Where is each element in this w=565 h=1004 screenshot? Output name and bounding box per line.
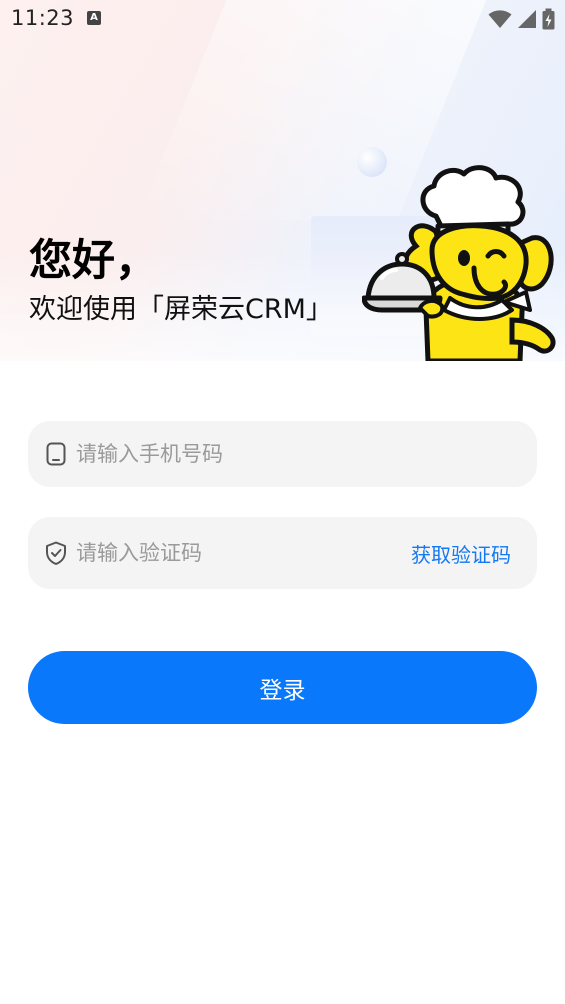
phone-field[interactable] [28,421,537,487]
status-icons [488,8,555,30]
welcome-subtitle: 欢迎使用「屏荣云CRM」 [29,294,333,325]
shield-check-icon [46,541,66,565]
chef-elephant-mascot [362,165,556,361]
login-button[interactable]: 登录 [28,651,537,724]
signal-icon [518,10,536,28]
keyboard-indicator-icon: A [87,11,101,25]
battery-charging-icon [542,8,555,30]
wifi-icon [488,10,512,28]
greeting-title: 您好， [29,236,158,286]
phone-outline-icon [46,442,66,466]
phone-input[interactable] [76,421,516,487]
verification-code-input[interactable] [76,517,396,589]
get-code-button[interactable]: 获取验证码 [411,517,511,589]
status-time: 11:23 [11,6,75,30]
verification-code-field[interactable]: 获取验证码 [28,517,537,589]
status-bar: 11:23 A [0,0,565,38]
